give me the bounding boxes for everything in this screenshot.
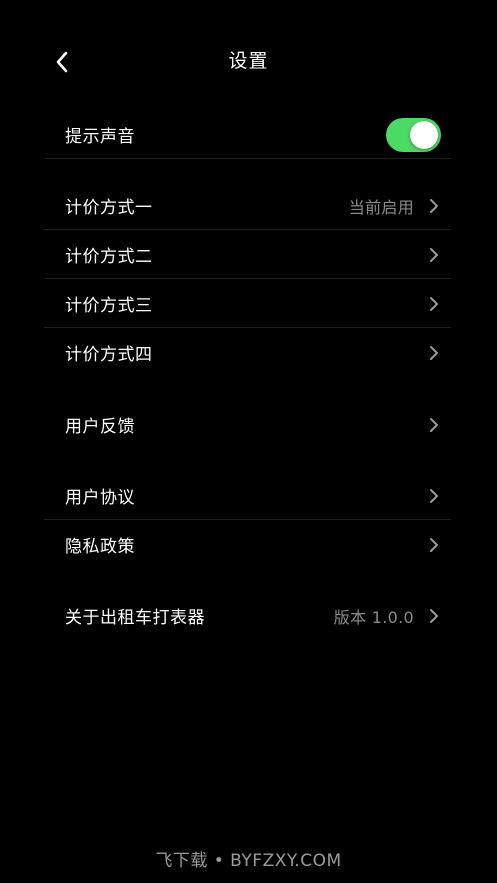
watermark-text: 飞下载 • BYFZXY.COM bbox=[155, 851, 342, 871]
user-agreement-label: 用户协议 bbox=[65, 488, 135, 508]
chevron-right-icon bbox=[429, 198, 439, 214]
chevron-right-icon bbox=[429, 608, 439, 624]
pricing-item-label: 计价方式二 bbox=[65, 247, 153, 267]
sound-label: 提示声音 bbox=[65, 127, 135, 147]
chevron-right-icon bbox=[429, 488, 439, 504]
nav-header: 设置 bbox=[0, 32, 497, 90]
feedback-label: 用户反馈 bbox=[65, 417, 135, 437]
chevron-right-icon bbox=[429, 345, 439, 361]
chevron-right-icon bbox=[429, 537, 439, 553]
pricing-item-status: 当前启用 bbox=[348, 197, 414, 217]
pricing-item-label: 计价方式三 bbox=[65, 296, 153, 316]
chevron-right-icon bbox=[429, 247, 439, 263]
pricing-item-1[interactable]: 计价方式一 当前启用 bbox=[44, 181, 451, 230]
pricing-item-label: 计价方式一 bbox=[65, 198, 153, 218]
pricing-item-3[interactable]: 计价方式三 bbox=[44, 279, 451, 328]
toggle-knob bbox=[410, 120, 438, 149]
sound-row: 提示声音 bbox=[44, 110, 451, 159]
feedback-group: 用户反馈 bbox=[44, 400, 451, 449]
version-text: 版本 1.0.0 bbox=[333, 607, 414, 627]
about-label: 关于出租车打表器 bbox=[65, 608, 205, 628]
privacy-policy-row[interactable]: 隐私政策 bbox=[44, 520, 451, 569]
chevron-right-icon bbox=[429, 417, 439, 433]
chevron-right-icon bbox=[429, 296, 439, 312]
about-row[interactable]: 关于出租车打表器 版本 1.0.0 bbox=[44, 591, 451, 640]
pricing-item-4[interactable]: 计价方式四 bbox=[44, 328, 451, 377]
user-agreement-row[interactable]: 用户协议 bbox=[44, 471, 451, 520]
legal-group: 用户协议 隐私政策 bbox=[44, 471, 451, 569]
pricing-item-2[interactable]: 计价方式二 bbox=[44, 230, 451, 279]
about-group: 关于出租车打表器 版本 1.0.0 bbox=[44, 591, 451, 640]
sound-toggle[interactable] bbox=[386, 117, 441, 152]
feedback-row[interactable]: 用户反馈 bbox=[44, 400, 451, 449]
privacy-policy-label: 隐私政策 bbox=[65, 537, 135, 557]
pricing-group: 计价方式一 当前启用 计价方式二 计价方式三 计价方式四 bbox=[44, 181, 451, 377]
page-title: 设置 bbox=[228, 50, 269, 72]
pricing-item-label: 计价方式四 bbox=[65, 345, 153, 365]
sound-group: 提示声音 bbox=[44, 110, 451, 159]
